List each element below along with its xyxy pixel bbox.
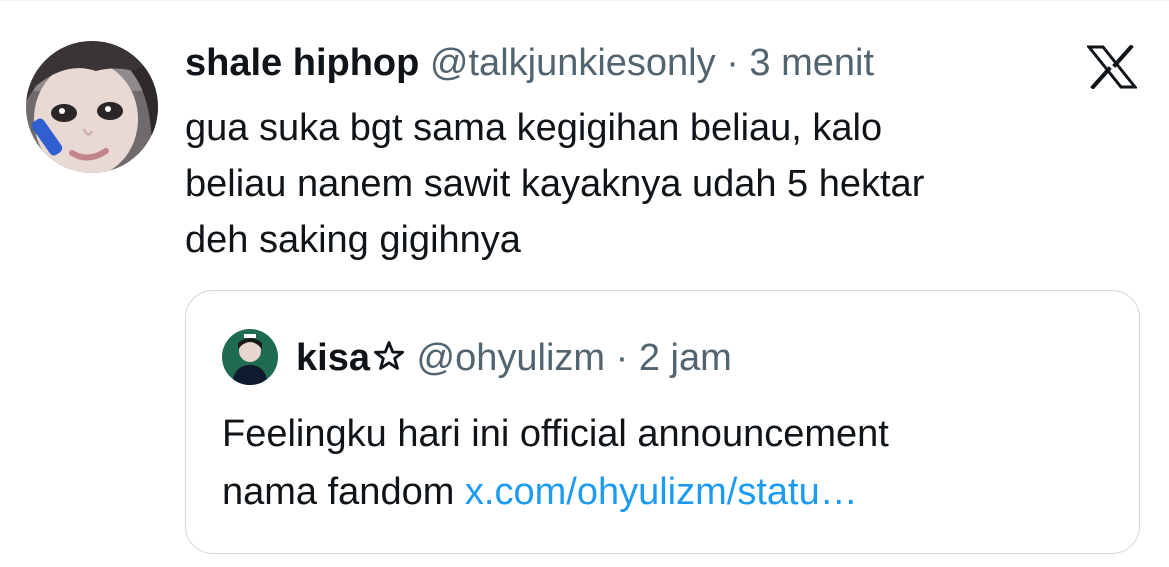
tweet-text-line: gua suka bgt sama kegigihan beliau, kalo — [185, 107, 883, 149]
quoted-tweet-card[interactable]: kisa @ohyulizm · 2 jam Feelingku hari in… — [185, 290, 1140, 554]
tweet-text-line: deh saking gigihnya — [185, 219, 521, 261]
top-divider — [0, 0, 1169, 1]
tweet-header: shale hiphop @talkjunkiesonly · 3 menit — [185, 38, 874, 88]
quoted-tweet-header: kisa @ohyulizm · 2 jam — [296, 333, 732, 383]
quoted-author-display-name[interactable]: kisa — [296, 337, 370, 379]
tweet-text-line: beliau nanem sawit kayaknya udah 5 hekta… — [185, 163, 925, 205]
author-avatar[interactable] — [26, 41, 158, 173]
author-avatar-image — [26, 41, 158, 173]
header-separator: · — [726, 42, 739, 84]
x-logo-icon[interactable] — [1085, 44, 1139, 90]
quoted-text-line: nama fandom x.com/ohyulizm/statu… — [222, 463, 1102, 521]
quoted-text-line: Feelingku hari ini official announcement — [222, 413, 889, 455]
author-handle[interactable]: @talkjunkiesonly — [430, 42, 716, 84]
quoted-header-separator: · — [615, 337, 629, 379]
author-display-name[interactable]: shale hiphop — [185, 42, 419, 84]
quoted-author-handle[interactable]: @ohyulizm — [417, 337, 606, 379]
quoted-text-prefix: nama fandom — [222, 471, 465, 513]
tweet-text: gua suka bgt sama kegigihan beliau, kalo… — [185, 100, 1135, 268]
quoted-tweet-text: Feelingku hari ini official announcement… — [222, 405, 1102, 521]
quoted-tweet-link[interactable]: x.com/ohyulizm/statu… — [465, 471, 858, 513]
star-outline-icon — [373, 341, 404, 370]
quoted-author-avatar-image — [222, 329, 278, 385]
quoted-author-avatar[interactable] — [222, 329, 278, 385]
quoted-tweet-timestamp[interactable]: 2 jam — [639, 337, 732, 379]
tweet-timestamp[interactable]: 3 menit — [749, 42, 874, 84]
